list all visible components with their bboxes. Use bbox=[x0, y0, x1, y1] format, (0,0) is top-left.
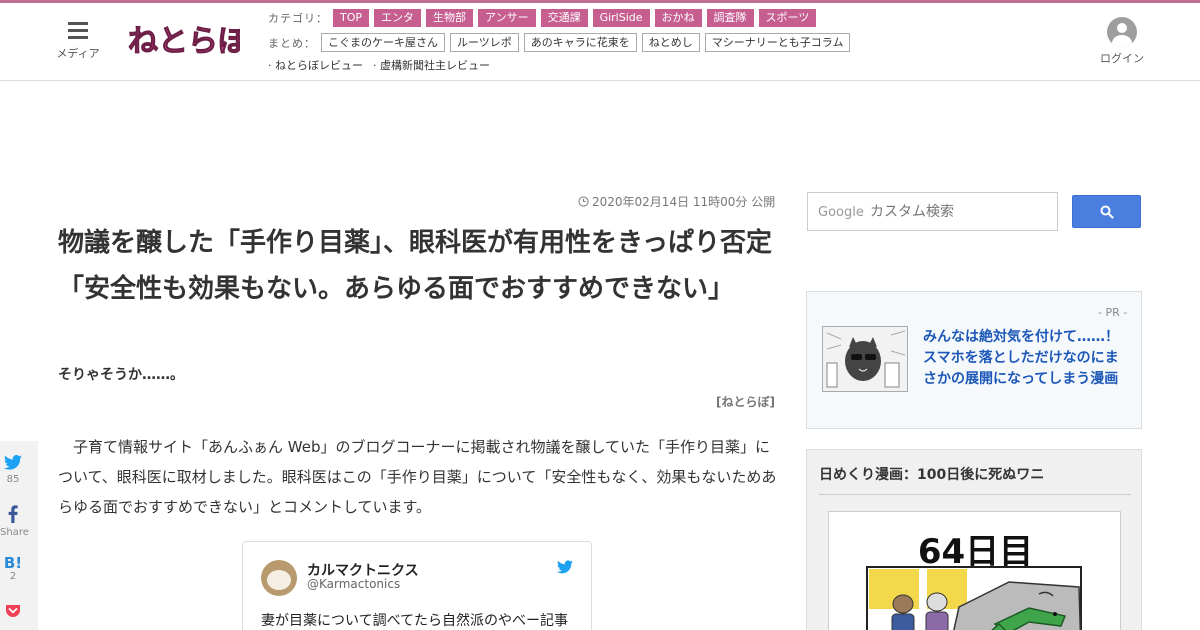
pr-ad-box[interactable]: - PR - みんなは絶対気を付けて……！ スマホを落としただけなのにまさかの展… bbox=[806, 291, 1142, 429]
manga-widget-title[interactable]: 日めくり漫画：100日後に死ぬワニ bbox=[819, 464, 1131, 495]
menu-icon bbox=[68, 21, 88, 39]
article-body: 子育て情報サイト「あんふぁん Web」のブログコーナーに掲載され物議を醸していた… bbox=[58, 438, 777, 516]
pr-headline[interactable]: みんなは絶対気を付けて……！ スマホを落としただけなのにまさかの展開になってしま… bbox=[923, 327, 1133, 390]
category-tag[interactable]: GirlSide bbox=[592, 9, 650, 27]
hatena-bookmark-count: 2 bbox=[9, 571, 17, 582]
facebook-share-label: Share bbox=[0, 527, 29, 538]
login-button[interactable]: ログイン bbox=[1096, 17, 1148, 66]
summary-tag[interactable]: マシーナリーとも子コラム bbox=[704, 33, 851, 52]
summary-tag[interactable]: ねとめし bbox=[641, 33, 700, 52]
review-link[interactable]: · ねとらぼレビュー bbox=[268, 57, 363, 73]
search-icon bbox=[1100, 205, 1114, 219]
share-bar: 85 Share B! 2 bbox=[0, 441, 38, 630]
category-tag[interactable]: おかね bbox=[654, 9, 702, 27]
category-heading: カテゴリ： bbox=[268, 12, 328, 25]
site-header: メディア ねとらぼ カテゴリ： TOP エンタ 生物部 アンサー 交通課 Gir… bbox=[0, 3, 1200, 81]
twitter-icon bbox=[4, 455, 22, 470]
manga-image[interactable]: 64日目 bbox=[828, 511, 1121, 630]
review-link[interactable]: · 虚構新聞社主レビュー bbox=[373, 57, 490, 73]
category-tag[interactable]: 生物部 bbox=[426, 9, 474, 27]
publish-date: 2020年02月14日 11時00分 公開 bbox=[578, 193, 775, 210]
summary-tag[interactable]: あのキャラに花束を bbox=[523, 33, 637, 52]
pocket-button[interactable] bbox=[0, 603, 26, 622]
site-logo[interactable]: ねとらぼ bbox=[126, 15, 250, 65]
twitter-share-button[interactable]: 85 bbox=[0, 455, 26, 485]
summary-nav: まとめ： こぐまのケーキ屋さん ルーツレポ あのキャラに花束を ねとめし マシー… bbox=[268, 33, 855, 52]
category-tag[interactable]: エンタ bbox=[374, 9, 422, 27]
category-nav: カテゴリ： TOP エンタ 生物部 アンサー 交通課 GirlSide おかね … bbox=[268, 9, 821, 27]
media-menu-button[interactable]: メディア bbox=[52, 21, 104, 61]
article-title: 物議を醸した「手作り目薬」、眼科医が有用性をきっぱり否定 「安全性も効果もない。… bbox=[58, 228, 798, 304]
tweet-text: 妻が目薬について調べてたら自然派のやべー記事 bbox=[261, 613, 569, 629]
logo-image: ねとらぼ bbox=[128, 24, 250, 60]
category-tag[interactable]: アンサー bbox=[478, 9, 536, 27]
tweet-author-handle[interactable]: @Karmactonics bbox=[307, 577, 400, 591]
clock-icon bbox=[578, 196, 589, 207]
publish-date-text: 2020年02月14日 11時00分 公開 bbox=[592, 195, 776, 209]
manga-widget: 日めくり漫画：100日後に死ぬワニ 64日目 bbox=[806, 449, 1142, 630]
avatar-icon bbox=[1107, 17, 1137, 47]
tweet-avatar bbox=[261, 560, 297, 596]
google-brand-label: Google bbox=[818, 205, 864, 220]
search-input[interactable] bbox=[870, 201, 1050, 223]
media-menu-label: メディア bbox=[56, 47, 100, 60]
pr-comic-image bbox=[823, 327, 907, 391]
category-tag[interactable]: スポーツ bbox=[758, 9, 817, 27]
custom-search-box: Google bbox=[807, 192, 1058, 231]
logo-text: ねとらぼ bbox=[128, 24, 240, 59]
hatena-icon: B! bbox=[3, 554, 23, 572]
embedded-tweet[interactable]: カルマクトニクス @Karmactonics 妻が目薬について調べてたら自然派の… bbox=[242, 541, 592, 630]
article-subtitle: そりゃそうか……。 bbox=[58, 367, 184, 383]
article-source: [ねとらぼ] bbox=[716, 395, 775, 409]
category-tag[interactable]: TOP bbox=[333, 9, 370, 27]
twitter-share-count: 85 bbox=[6, 474, 20, 485]
hatena-bookmark-button[interactable]: B! 2 bbox=[0, 555, 26, 582]
summary-heading: まとめ： bbox=[268, 36, 316, 50]
manga-illustration bbox=[866, 566, 1082, 630]
pr-thumbnail[interactable] bbox=[822, 326, 908, 392]
summary-tag[interactable]: こぐまのケーキ屋さん bbox=[321, 33, 445, 52]
pocket-icon bbox=[6, 605, 20, 617]
login-label: ログイン bbox=[1100, 52, 1144, 65]
twitter-icon[interactable] bbox=[557, 560, 573, 574]
category-tag[interactable]: 交通課 bbox=[540, 9, 588, 27]
facebook-share-button[interactable]: Share bbox=[0, 505, 29, 538]
category-tag[interactable]: 調査隊 bbox=[706, 9, 754, 27]
pr-label: - PR - bbox=[1098, 306, 1128, 319]
facebook-icon bbox=[8, 505, 18, 523]
summary-tag[interactable]: ルーツレポ bbox=[450, 33, 519, 52]
search-button[interactable] bbox=[1072, 195, 1141, 228]
review-nav: · ねとらぼレビュー · 虚構新聞社主レビュー bbox=[268, 57, 500, 73]
